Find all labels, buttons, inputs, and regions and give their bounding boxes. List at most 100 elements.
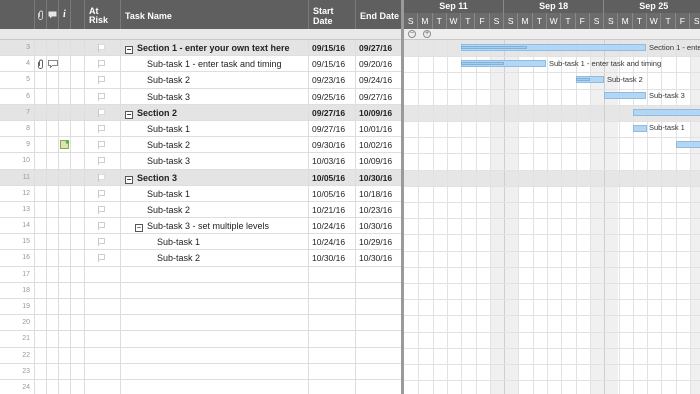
task-name[interactable]: Sub-task 3 <box>121 88 309 104</box>
end-date[interactable]: 09/27/16 <box>356 40 401 55</box>
start-date[interactable]: 10/24/16 <box>309 234 356 250</box>
table-row[interactable]: 11 − Section 3 10/05/16 10/30/16 <box>0 169 401 186</box>
table-row[interactable]: 8 Sub-task 1 09/27/16 10/01/16 <box>0 120 401 138</box>
table-row[interactable]: 5 Sub-task 2 09/23/16 09/24/16 <box>0 72 401 89</box>
task-name[interactable]: Sub-task 1 <box>121 120 309 137</box>
at-risk-cell[interactable] <box>85 120 121 137</box>
table-row[interactable]: 15 Sub-task 1 10/24/16 10/29/16 <box>0 234 401 251</box>
attachment-cell[interactable] <box>35 56 47 72</box>
end-date[interactable]: 10/30/16 <box>356 170 401 185</box>
start-date[interactable]: 09/15/16 <box>309 40 356 56</box>
collapse-toggle[interactable]: − <box>125 46 133 54</box>
at-risk-cell[interactable] <box>85 40 121 56</box>
comment-cell[interactable] <box>47 56 59 72</box>
task-name[interactable]: Sub-task 2 <box>121 250 309 266</box>
table-row[interactable]: 3 − Section 1 - enter your own text here … <box>0 40 401 57</box>
attachments-column-header[interactable] <box>35 0 47 29</box>
task-name[interactable]: Sub-task 2 <box>121 72 309 88</box>
table-row[interactable]: 19 <box>0 299 401 316</box>
end-date[interactable]: 10/01/16 <box>356 121 401 136</box>
end-date[interactable]: 09/20/16 <box>356 56 401 71</box>
collapse-toggle[interactable]: − <box>125 175 133 184</box>
flag-icon <box>98 254 105 263</box>
task-name-header[interactable]: Task Name <box>121 0 309 29</box>
start-date[interactable]: 10/24/16 <box>309 218 356 234</box>
info-column-header[interactable]: i <box>59 0 71 29</box>
zoom-out-icon[interactable]: − <box>408 30 416 38</box>
task-name: Sub-task 3 - set multiple levels <box>147 221 270 232</box>
gantt-bar-s2-task2[interactable] <box>675 141 700 148</box>
comments-column-header[interactable] <box>47 0 59 29</box>
table-row[interactable]: 7 − Section 2 09/27/16 10/09/16 <box>0 104 401 121</box>
start-date[interactable]: 09/30/16 <box>309 137 356 153</box>
end-date[interactable]: 09/27/16 <box>356 89 401 104</box>
end-date[interactable]: 10/18/16 <box>356 186 401 201</box>
table-row[interactable]: 21 <box>0 331 401 348</box>
at-risk-cell[interactable] <box>85 234 121 250</box>
table-row[interactable]: 14 − Sub-task 3 - set multiple levels 10/… <box>0 218 401 235</box>
task-name[interactable]: Sub-task 1 - enter task and timing <box>121 56 309 72</box>
at-risk-cell[interactable] <box>85 218 121 234</box>
start-date[interactable]: 10/30/16 <box>309 250 356 266</box>
collapse-toggle[interactable]: − <box>135 224 143 233</box>
table-row[interactable]: 10 Sub-task 3 10/03/16 10/09/16 <box>0 153 401 170</box>
start-date[interactable]: 10/21/16 <box>309 201 356 218</box>
at-risk-cell[interactable] <box>85 56 121 72</box>
table-row[interactable]: 23 <box>0 363 401 380</box>
at-risk-cell[interactable] <box>85 137 121 153</box>
start-date[interactable]: 10/05/16 <box>309 185 356 201</box>
start-date[interactable]: 10/03/16 <box>309 153 356 169</box>
gantt-bar-s1-task3[interactable] <box>604 92 647 99</box>
end-date-header[interactable]: End Date <box>356 0 401 29</box>
end-date[interactable]: 10/29/16 <box>356 234 401 249</box>
task-name[interactable]: Sub-task 2 <box>121 137 309 153</box>
end-date[interactable]: 10/23/16 <box>356 202 401 217</box>
gantt-bar-s2-task1[interactable] <box>632 125 647 132</box>
at-risk-cell[interactable] <box>85 201 121 218</box>
end-date[interactable]: 10/30/16 <box>356 218 401 233</box>
start-date[interactable]: 09/27/16 <box>309 120 356 137</box>
table-row[interactable]: 18 <box>0 282 401 299</box>
table-row[interactable]: 22 <box>0 347 401 364</box>
collapse-toggle[interactable]: − <box>125 110 133 119</box>
task-name[interactable]: Sub-task 1 <box>121 185 309 201</box>
end-date[interactable]: 10/30/16 <box>356 250 401 265</box>
end-date[interactable]: 10/02/16 <box>356 137 401 152</box>
start-date[interactable]: 09/25/16 <box>309 88 356 104</box>
table-row[interactable]: 9 Sub-task 2 09/30/16 10/02/16 <box>0 137 401 154</box>
table-row[interactable]: 17 <box>0 266 401 283</box>
at-risk-cell[interactable] <box>85 169 121 185</box>
grid-subheader <box>0 29 401 40</box>
at-risk-cell[interactable] <box>85 88 121 104</box>
task-name[interactable]: Sub-task 2 <box>121 201 309 218</box>
zoom-in-icon[interactable]: + <box>423 30 431 38</box>
table-row[interactable]: 16 Sub-task 2 10/30/16 10/30/16 <box>0 250 401 267</box>
table-row[interactable]: 24 <box>0 379 401 394</box>
end-date[interactable]: 09/24/16 <box>356 72 401 87</box>
day-label: M <box>418 13 433 29</box>
table-row[interactable]: 6 Sub-task 3 09/25/16 09/27/16 <box>0 88 401 105</box>
task-name[interactable]: Sub-task 1 <box>121 234 309 250</box>
start-date[interactable]: 09/23/16 <box>309 72 356 88</box>
weekend-shade <box>690 40 700 394</box>
note-cell[interactable] <box>59 137 71 153</box>
at-risk-cell[interactable] <box>85 104 121 120</box>
end-date[interactable]: 10/09/16 <box>356 153 401 168</box>
start-date[interactable]: 09/27/16 <box>309 104 356 120</box>
table-row[interactable]: 13 Sub-task 2 10/21/16 10/23/16 <box>0 201 401 219</box>
table-row[interactable]: 20 <box>0 315 401 332</box>
start-date-header[interactable]: Start Date <box>309 0 356 29</box>
row-number: 11 <box>0 169 35 185</box>
start-date[interactable]: 09/15/16 <box>309 56 356 72</box>
at-risk-cell[interactable] <box>85 185 121 201</box>
task-name[interactable]: Sub-task 3 <box>121 153 309 169</box>
at-risk-cell[interactable] <box>85 250 121 266</box>
table-row[interactable]: 4 Sub-task 1 - enter task and timing 09/… <box>0 56 401 73</box>
gantt-bar-section2[interactable] <box>632 109 700 116</box>
start-date[interactable]: 10/05/16 <box>309 169 356 185</box>
at-risk-cell[interactable] <box>85 72 121 88</box>
table-row[interactable]: 12 Sub-task 1 10/05/16 10/18/16 <box>0 185 401 202</box>
at-risk-header[interactable]: At Risk <box>85 0 121 29</box>
at-risk-cell[interactable] <box>85 153 121 169</box>
end-date[interactable]: 10/09/16 <box>356 105 401 120</box>
